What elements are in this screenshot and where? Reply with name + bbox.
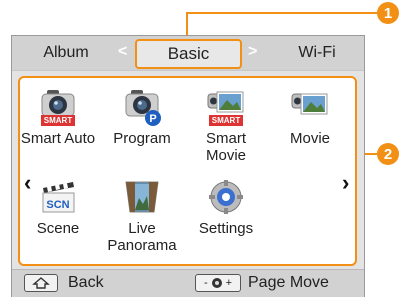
page-right-arrow-icon[interactable]: › [342,170,349,196]
back-label[interactable]: Back [68,274,104,292]
camera-screen: Album < Basic > Wi-Fi SMART Smart Auto P… [11,35,365,297]
back-key-icon[interactable] [24,274,58,292]
scene-tag-text: SCN [46,199,69,211]
tab-left-arrow-icon[interactable]: < [118,43,127,61]
mode-label: Movie [289,130,330,147]
dial-knob-icon [211,278,222,288]
scene-clapper-icon: SCN [39,178,77,216]
bottom-bar: Back - + Page Move [12,269,364,297]
mode-label: Smart Movie [205,130,246,164]
callout-1: 1 [377,2,399,24]
page-move-label[interactable]: Page Move [248,274,329,292]
dial-plus: + [225,277,233,289]
tab-basic[interactable]: Basic [135,39,242,69]
mode-tab-bar: Album < Basic > Wi-Fi [12,36,364,71]
live-panorama-icon [123,178,161,216]
settings-gear-icon [207,178,245,216]
mode-live-panorama[interactable]: Live Panorama [102,178,182,254]
mode-program[interactable]: P Program [102,88,182,147]
mode-smart-movie[interactable]: SMART Smart Movie [186,88,266,164]
mode-label: Live Panorama [107,220,177,254]
smart-auto-camera-icon: SMART [39,88,77,126]
movie-camera-icon [291,88,329,126]
smart-tag: SMART [209,115,243,126]
tab-album[interactable]: Album [28,36,104,70]
mode-smart-auto[interactable]: SMART Smart Auto [18,88,98,147]
mode-label: Scene [36,220,80,237]
smart-tag: SMART [41,115,75,126]
mode-movie[interactable]: Movie [270,88,350,147]
smart-movie-icon: SMART [207,88,245,126]
program-badge-text: P [149,113,156,125]
tab-right-arrow-icon[interactable]: > [248,43,257,61]
callout-1-line [186,12,378,14]
callout-2: 2 [377,143,399,165]
mode-label: Settings [198,220,254,237]
mode-label: Program [113,130,171,147]
dial-key-icon[interactable]: - + [195,274,241,292]
dial-minus: - [203,277,208,289]
mode-settings[interactable]: Settings [186,178,266,237]
tab-wifi[interactable]: Wi-Fi [277,36,357,70]
mode-grid: SMART Smart Auto P Program SMART Smart M… [18,76,357,266]
mode-label: Smart Auto [20,130,96,147]
program-camera-icon: P [123,88,161,126]
page-left-arrow-icon[interactable]: ‹ [24,170,31,196]
